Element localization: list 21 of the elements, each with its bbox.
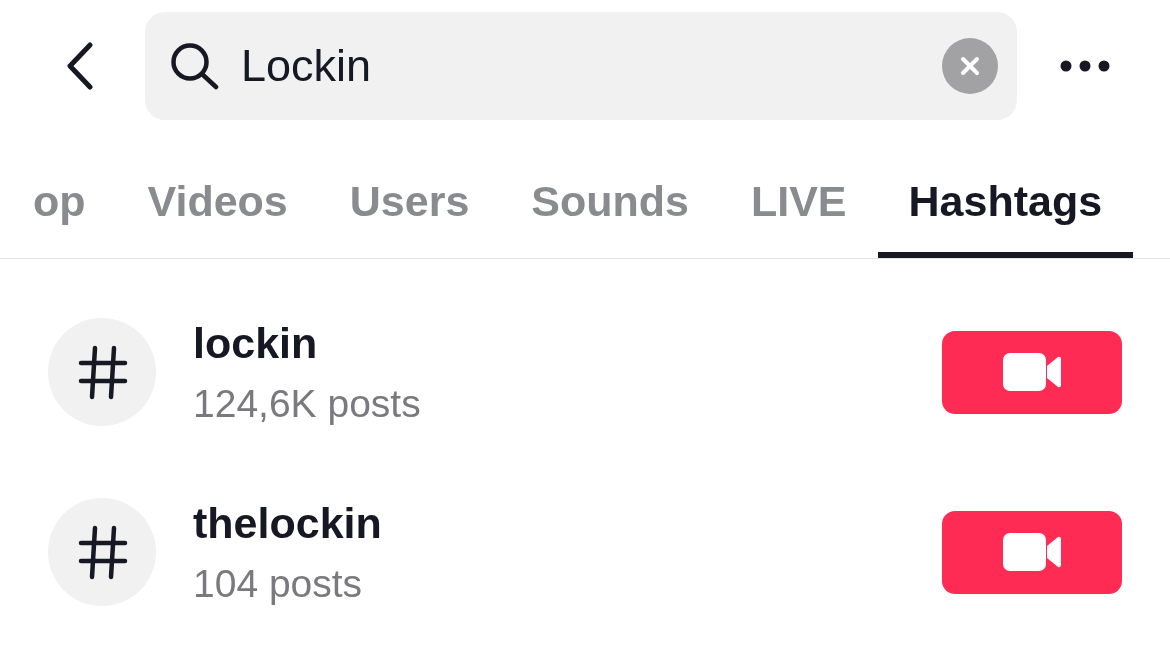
hashtag-icon (48, 318, 156, 426)
search-icon (170, 42, 220, 90)
hashtag-name: lockin (193, 317, 319, 369)
tab[interactable]: LIVE (719, 132, 878, 258)
camera-button[interactable] (942, 330, 1122, 414)
post-count: 124,6K posts (193, 380, 422, 427)
tab[interactable]: Hashtags (877, 132, 1134, 258)
more-icon[interactable] (1060, 60, 1110, 72)
hashtag-name: thelockin (193, 497, 383, 549)
hashtag-icon (48, 498, 156, 606)
video-camera-icon (1003, 533, 1061, 571)
post-count: 104 posts (193, 560, 364, 607)
tab[interactable]: Users (318, 132, 501, 258)
close-icon (960, 56, 980, 76)
search-field[interactable]: Lockin (145, 12, 1017, 120)
clear-button[interactable] (942, 38, 998, 94)
tab[interactable]: op (2, 132, 117, 258)
camera-button[interactable] (942, 510, 1122, 594)
tab[interactable]: Videos (116, 132, 319, 258)
video-camera-icon (1003, 353, 1061, 391)
tab[interactable]: Sounds (500, 132, 720, 258)
